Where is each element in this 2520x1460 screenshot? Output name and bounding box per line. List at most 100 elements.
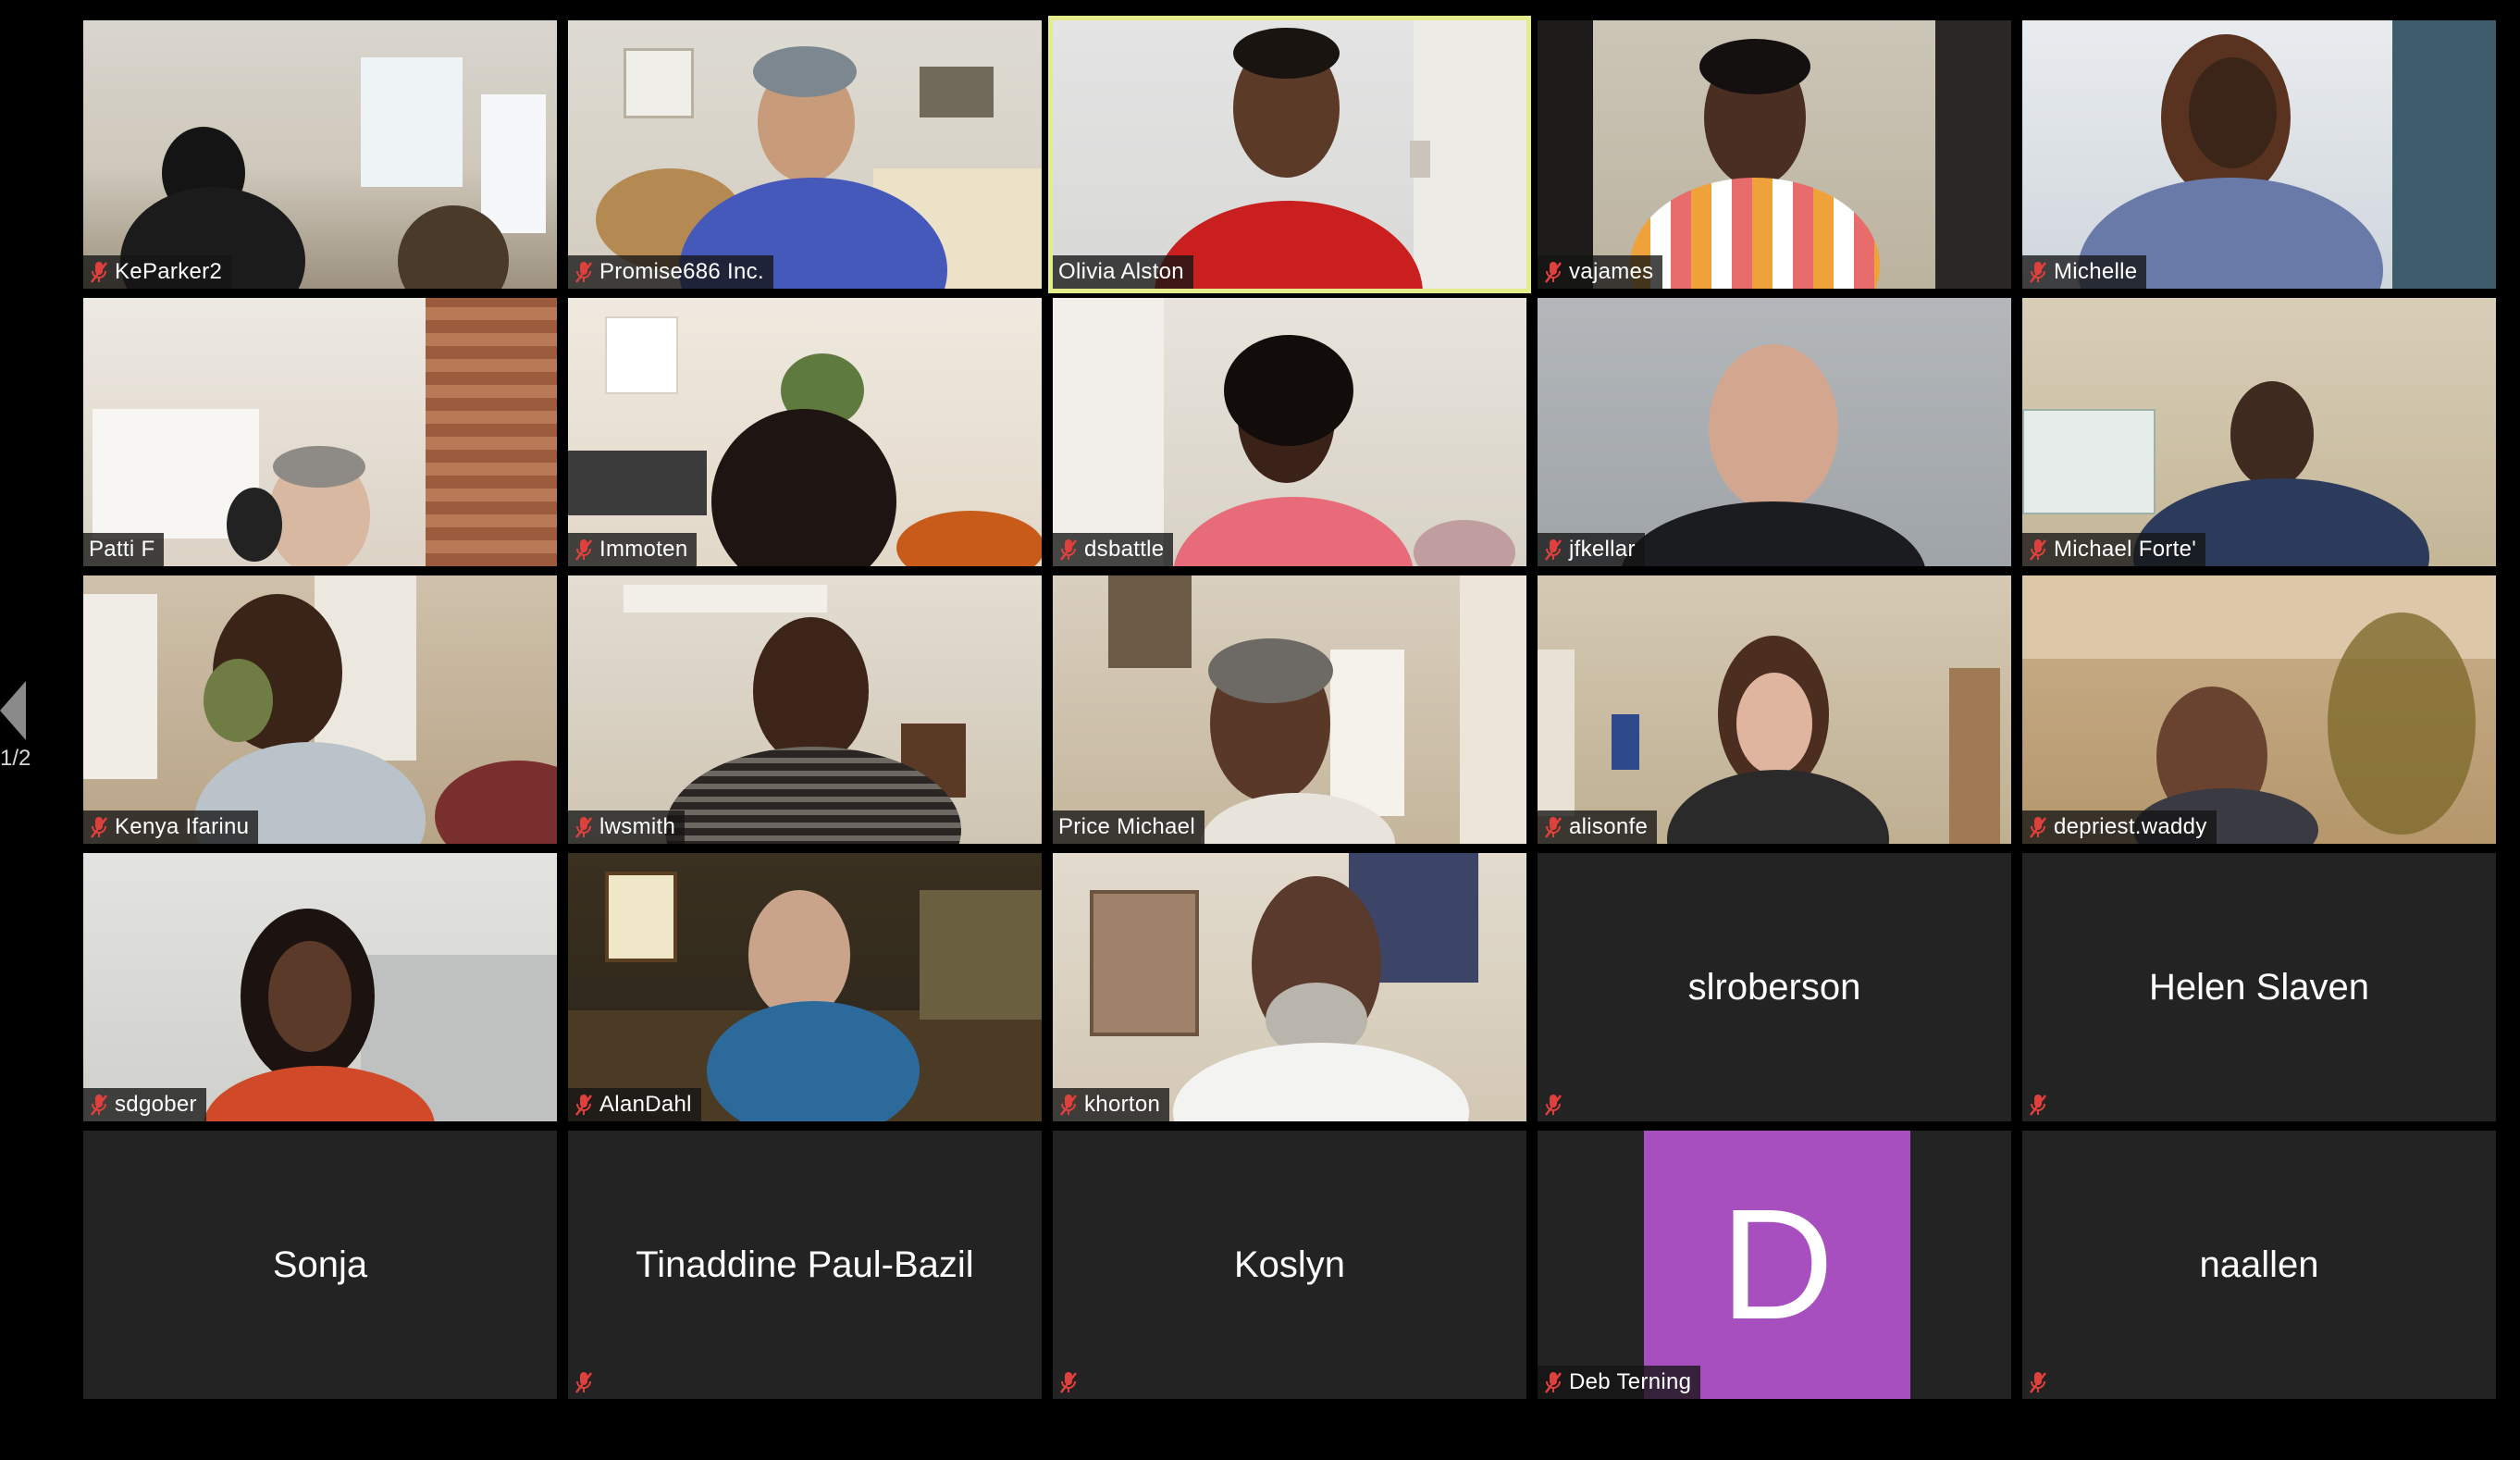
participant-tile[interactable]: Promise686 Inc. — [568, 20, 1042, 289]
muted-microphone-icon — [2030, 539, 2046, 561]
muted-microphone-icon — [575, 1095, 592, 1116]
participant-name: Olivia Alston — [1058, 259, 1184, 284]
muted-microphone-icon — [2030, 262, 2046, 283]
participant-name: Kenya Ifarinu — [115, 814, 250, 839]
participant-tile[interactable]: khorton — [1053, 853, 1526, 1121]
participant-name-label: Deb Terning — [1538, 1366, 1701, 1399]
participant-name-centered: naallen — [2199, 1243, 2319, 1285]
participant-name-label — [1538, 1088, 1573, 1121]
participant-tile[interactable]: AlanDahl — [568, 853, 1042, 1121]
participant-name-label: dsbattle — [1053, 533, 1174, 566]
participant-tile-avatar[interactable]: D Deb Terning — [1538, 1131, 2011, 1399]
participant-name: depriest.waddy — [2054, 814, 2207, 839]
participant-name-label: KeParker2 — [83, 255, 232, 289]
participant-name: Immoten — [599, 537, 688, 562]
participant-name-label: Promise686 Inc. — [568, 255, 773, 289]
participant-tile[interactable]: jfkellar — [1538, 298, 2011, 566]
muted-microphone-icon — [1060, 1095, 1077, 1116]
participant-tile[interactable]: vajames — [1538, 20, 2011, 289]
avatar: D — [1644, 1131, 1910, 1399]
participant-name-label: Michael Forte' — [2022, 533, 2206, 566]
muted-microphone-icon — [1545, 817, 1562, 838]
zoom-gallery-view: 1/2 KeParker2 Promise686 Inc. Olivia Als… — [0, 0, 2520, 1460]
participant-name: Promise686 Inc. — [599, 259, 764, 284]
muted-microphone-icon — [2030, 1372, 2046, 1393]
participant-name-label: Olivia Alston — [1053, 255, 1193, 289]
participant-name-centered: Sonja — [272, 1243, 368, 1285]
participant-name: AlanDahl — [599, 1092, 692, 1117]
participant-name-centered: Helen Slaven — [2149, 966, 2369, 1008]
participant-name: dsbattle — [1084, 537, 1165, 562]
muted-microphone-icon — [575, 1372, 592, 1393]
participant-name-label: Michelle — [2022, 255, 2147, 289]
participant-tile-video-off[interactable]: Tinaddine Paul-Bazil — [568, 1131, 1042, 1399]
participant-tile[interactable]: Michael Forte' — [2022, 298, 2496, 566]
participant-name-label: Price Michael — [1053, 810, 1204, 844]
participant-name-label: lwsmith — [568, 810, 686, 844]
participant-name-label — [1053, 1366, 1088, 1399]
participant-tile-video-off[interactable]: Sonja — [83, 1131, 557, 1399]
participant-tile-active-speaker[interactable]: Olivia Alston — [1048, 16, 1531, 293]
participant-name-label — [2022, 1088, 2057, 1121]
participant-tile[interactable]: KeParker2 — [83, 20, 557, 289]
participant-name: alisonfe — [1569, 814, 1649, 839]
participant-name: Michael Forte' — [2054, 537, 2197, 562]
avatar-letter: D — [1720, 1177, 1834, 1353]
participant-name-label: depriest.waddy — [2022, 810, 2217, 844]
participant-tile-video-off[interactable]: Helen Slaven — [2022, 853, 2496, 1121]
page-indicator: 1/2 — [0, 746, 31, 771]
participant-name-label: sdgober — [83, 1088, 206, 1121]
participant-name-label: Kenya Ifarinu — [83, 810, 259, 844]
participant-tile[interactable]: alisonfe — [1538, 575, 2011, 844]
muted-microphone-icon — [1545, 539, 1562, 561]
muted-microphone-icon — [575, 539, 592, 561]
participant-name-centered: slroberson — [1687, 966, 1861, 1008]
participant-name-centered: Koslyn — [1233, 1243, 1346, 1285]
participant-name: Patti F — [89, 537, 155, 562]
muted-microphone-icon — [91, 262, 107, 283]
participant-tile[interactable]: Price Michael — [1053, 575, 1526, 844]
muted-microphone-icon — [575, 262, 592, 283]
participant-tile[interactable]: Michelle — [2022, 20, 2496, 289]
participant-name: lwsmith — [599, 814, 676, 839]
participant-name-label: AlanDahl — [568, 1088, 701, 1121]
participant-name: Price Michael — [1058, 814, 1195, 839]
participant-name-label: alisonfe — [1538, 810, 1658, 844]
participant-name: KeParker2 — [115, 259, 223, 284]
muted-microphone-icon — [1060, 1372, 1077, 1393]
muted-microphone-icon — [575, 817, 592, 838]
participant-tile[interactable]: sdgober — [83, 853, 557, 1121]
participant-name: khorton — [1084, 1092, 1161, 1117]
participant-name-label: vajames — [1538, 255, 1663, 289]
participant-name-label: jfkellar — [1538, 533, 1645, 566]
muted-microphone-icon — [1060, 539, 1077, 561]
participant-tile[interactable]: Immoten — [568, 298, 1042, 566]
participant-name-label: khorton — [1053, 1088, 1170, 1121]
participant-tile-video-off[interactable]: slroberson — [1538, 853, 2011, 1121]
participant-name-label — [2022, 1366, 2057, 1399]
muted-microphone-icon — [91, 817, 107, 838]
participant-name: Michelle — [2054, 259, 2138, 284]
participant-tile-video-off[interactable]: naallen — [2022, 1131, 2496, 1399]
muted-microphone-icon — [2030, 817, 2046, 838]
participant-name: sdgober — [115, 1092, 197, 1117]
participant-name: jfkellar — [1569, 537, 1636, 562]
muted-microphone-icon — [1545, 1372, 1562, 1393]
participant-name-centered: Tinaddine Paul-Bazil — [636, 1243, 974, 1285]
participant-name: vajames — [1569, 259, 1654, 284]
participant-name-label — [568, 1366, 603, 1399]
participant-tile[interactable]: lwsmith — [568, 575, 1042, 844]
participant-tile[interactable]: dsbattle — [1053, 298, 1526, 566]
participant-tile[interactable]: Kenya Ifarinu — [83, 575, 557, 844]
previous-page-arrow-icon[interactable] — [0, 681, 26, 740]
participant-name-label: Patti F — [83, 533, 165, 566]
muted-microphone-icon — [1545, 262, 1562, 283]
participant-tile[interactable]: Patti F — [83, 298, 557, 566]
muted-microphone-icon — [1545, 1095, 1562, 1116]
muted-microphone-icon — [2030, 1095, 2046, 1116]
muted-microphone-icon — [91, 1095, 107, 1116]
participant-name: Deb Terning — [1569, 1369, 1692, 1394]
participant-tile[interactable]: depriest.waddy — [2022, 575, 2496, 844]
participant-name-label: Immoten — [568, 533, 698, 566]
participant-tile-video-off[interactable]: Koslyn — [1053, 1131, 1526, 1399]
